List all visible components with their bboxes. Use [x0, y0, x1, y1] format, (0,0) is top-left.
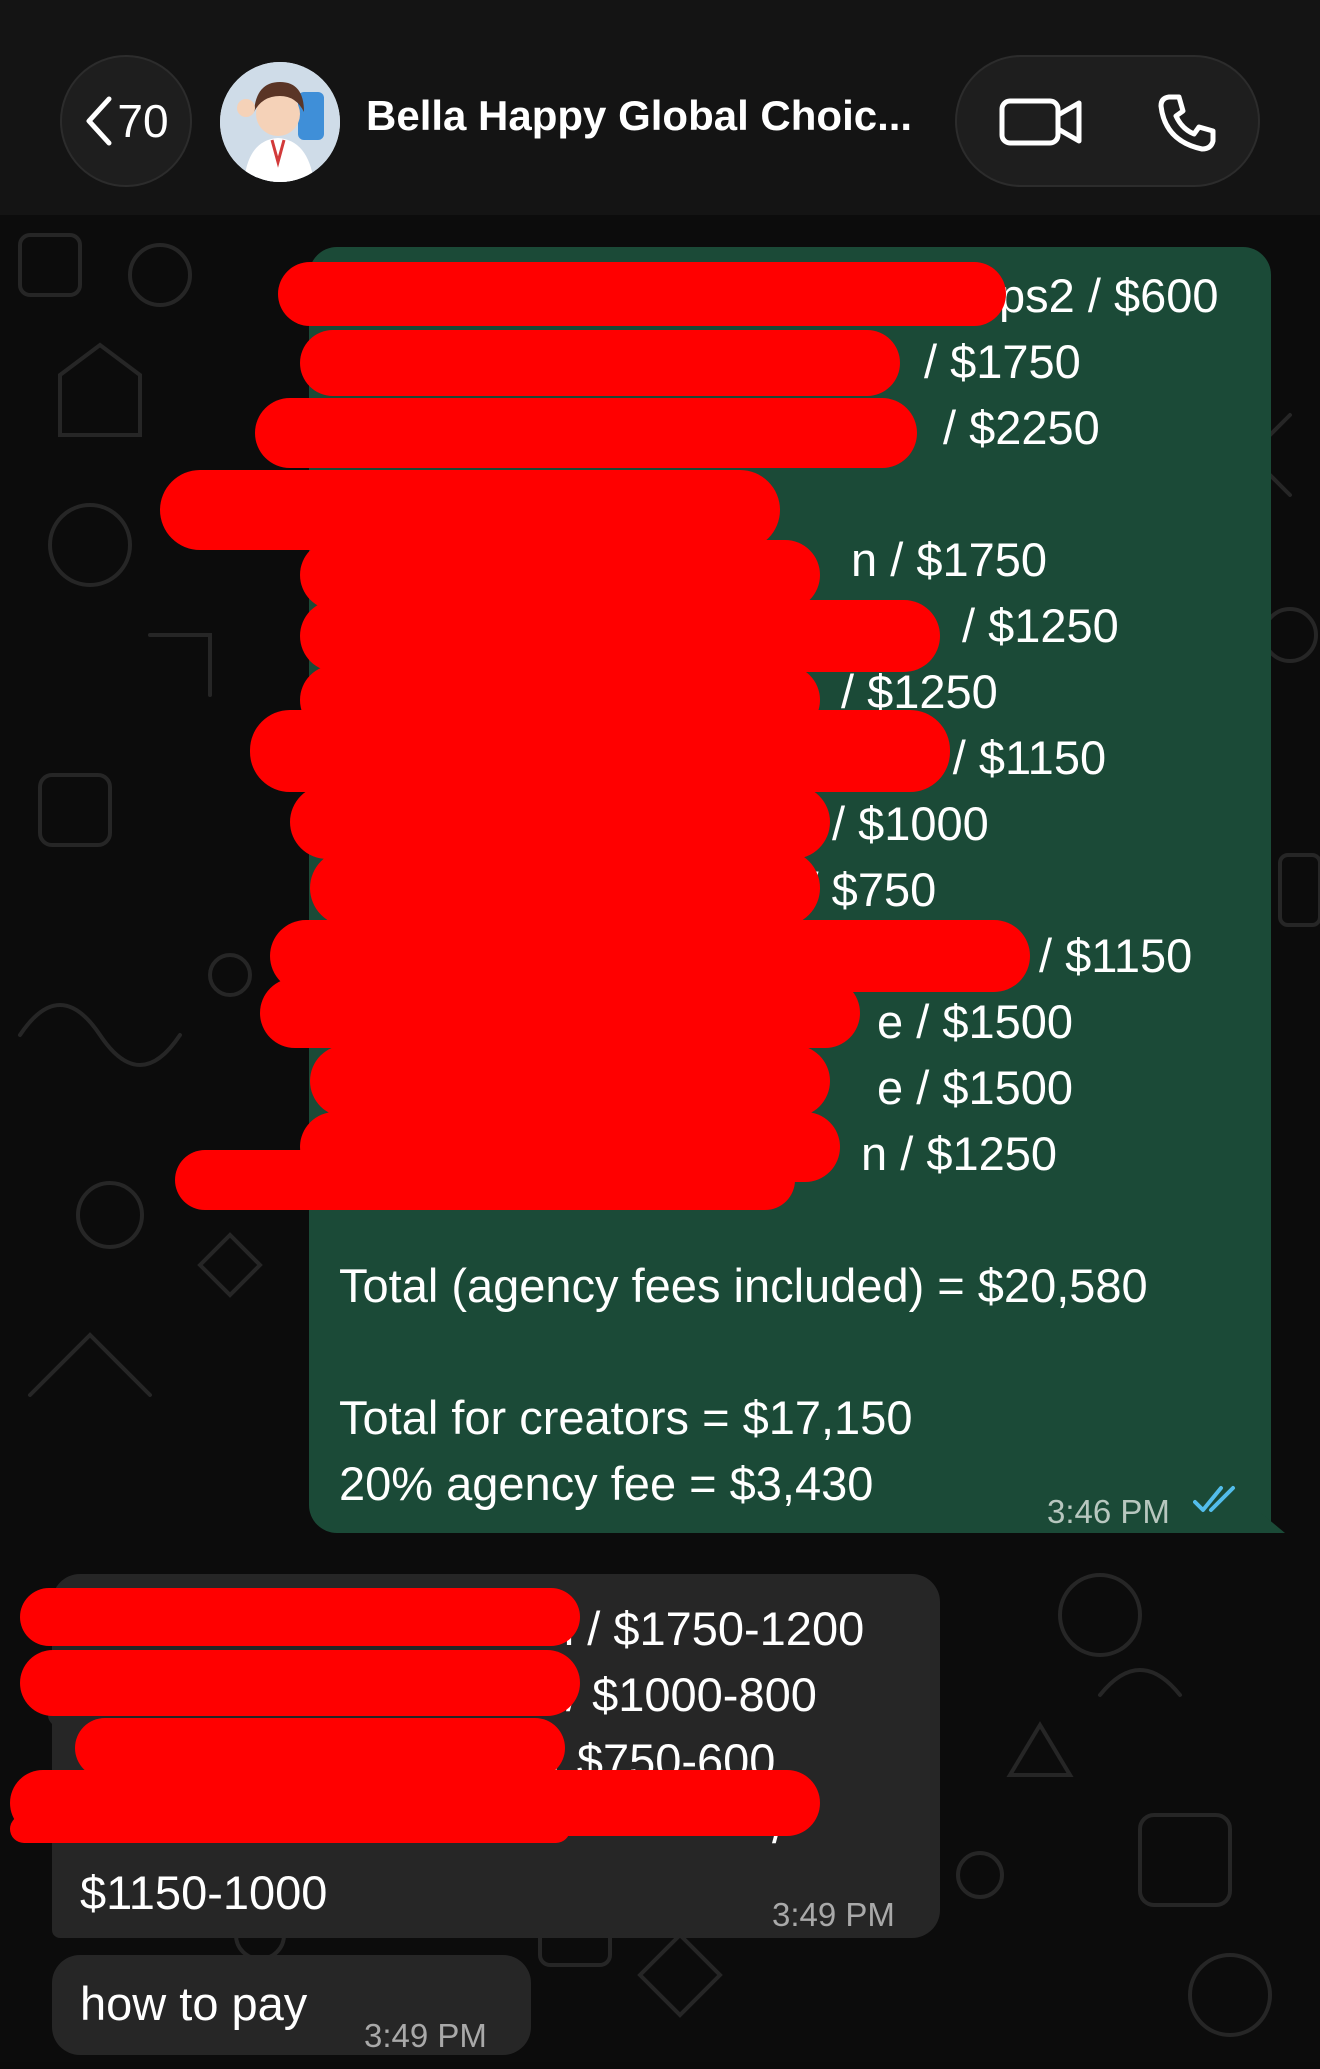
redaction-mark: [278, 262, 1006, 326]
message-time: 3:49 PM: [364, 2017, 487, 2054]
call-buttons-group: [955, 55, 1260, 187]
redaction-mark: [310, 1045, 830, 1117]
redaction-mark: [175, 1150, 795, 1210]
message-text: how to pay: [80, 1977, 308, 2030]
bubble-tail: [1261, 1513, 1285, 1533]
line-text: ps2 / $600: [999, 269, 1219, 322]
line-text: / $1150: [1039, 929, 1193, 982]
phone-icon[interactable]: [1155, 91, 1219, 155]
double-check-icon: [1193, 1486, 1235, 1512]
redaction-mark: [10, 1815, 570, 1843]
redaction-mark: [260, 978, 860, 1048]
redaction-mark: [75, 1718, 565, 1778]
creators-total-line: Total for creators = $17,150: [339, 1391, 913, 1444]
redaction-mark: [300, 600, 940, 672]
video-camera-icon[interactable]: [999, 93, 1083, 151]
total-line: Total (agency fees included) = $20,580: [339, 1259, 1148, 1312]
redaction-mark: [300, 330, 900, 396]
back-button[interactable]: 70: [60, 55, 192, 187]
line-text: e / $1500: [877, 995, 1074, 1048]
redaction-mark: [250, 710, 950, 792]
unread-count: 70: [117, 95, 169, 147]
redaction-mark: [290, 785, 830, 859]
chat-header: 70 Bella Happy Global Choic...: [0, 0, 1320, 215]
contact-name[interactable]: Bella Happy Global Choic...: [366, 92, 926, 140]
line-text: / $1250: [962, 599, 1119, 652]
redaction-mark: [255, 398, 917, 468]
redaction-mark: [310, 850, 820, 926]
line-text: n / $1250: [861, 1127, 1058, 1180]
line-text: n / $1750-1200: [548, 1602, 865, 1655]
message-time: 3:49 PM: [772, 1896, 895, 1933]
line-text: / $1750: [924, 335, 1081, 388]
line-text: $1150-1000: [80, 1866, 328, 1919]
line-text: / $1000-800: [566, 1668, 817, 1721]
redaction-mark: [20, 1650, 580, 1716]
incoming-message-bubble[interactable]: how to pay 3:49 PM: [52, 1955, 531, 2055]
line-text: / $2250: [943, 401, 1100, 454]
avatar[interactable]: [220, 62, 340, 182]
redaction-mark: [160, 470, 780, 550]
line-text: e / $1500: [877, 1061, 1074, 1114]
chevron-left-icon: [86, 96, 112, 146]
avatar-image: [220, 62, 340, 182]
line-text: n / $1750: [851, 533, 1048, 586]
redaction-mark: [20, 1588, 580, 1646]
message-time: 3:46 PM: [1047, 1493, 1170, 1530]
